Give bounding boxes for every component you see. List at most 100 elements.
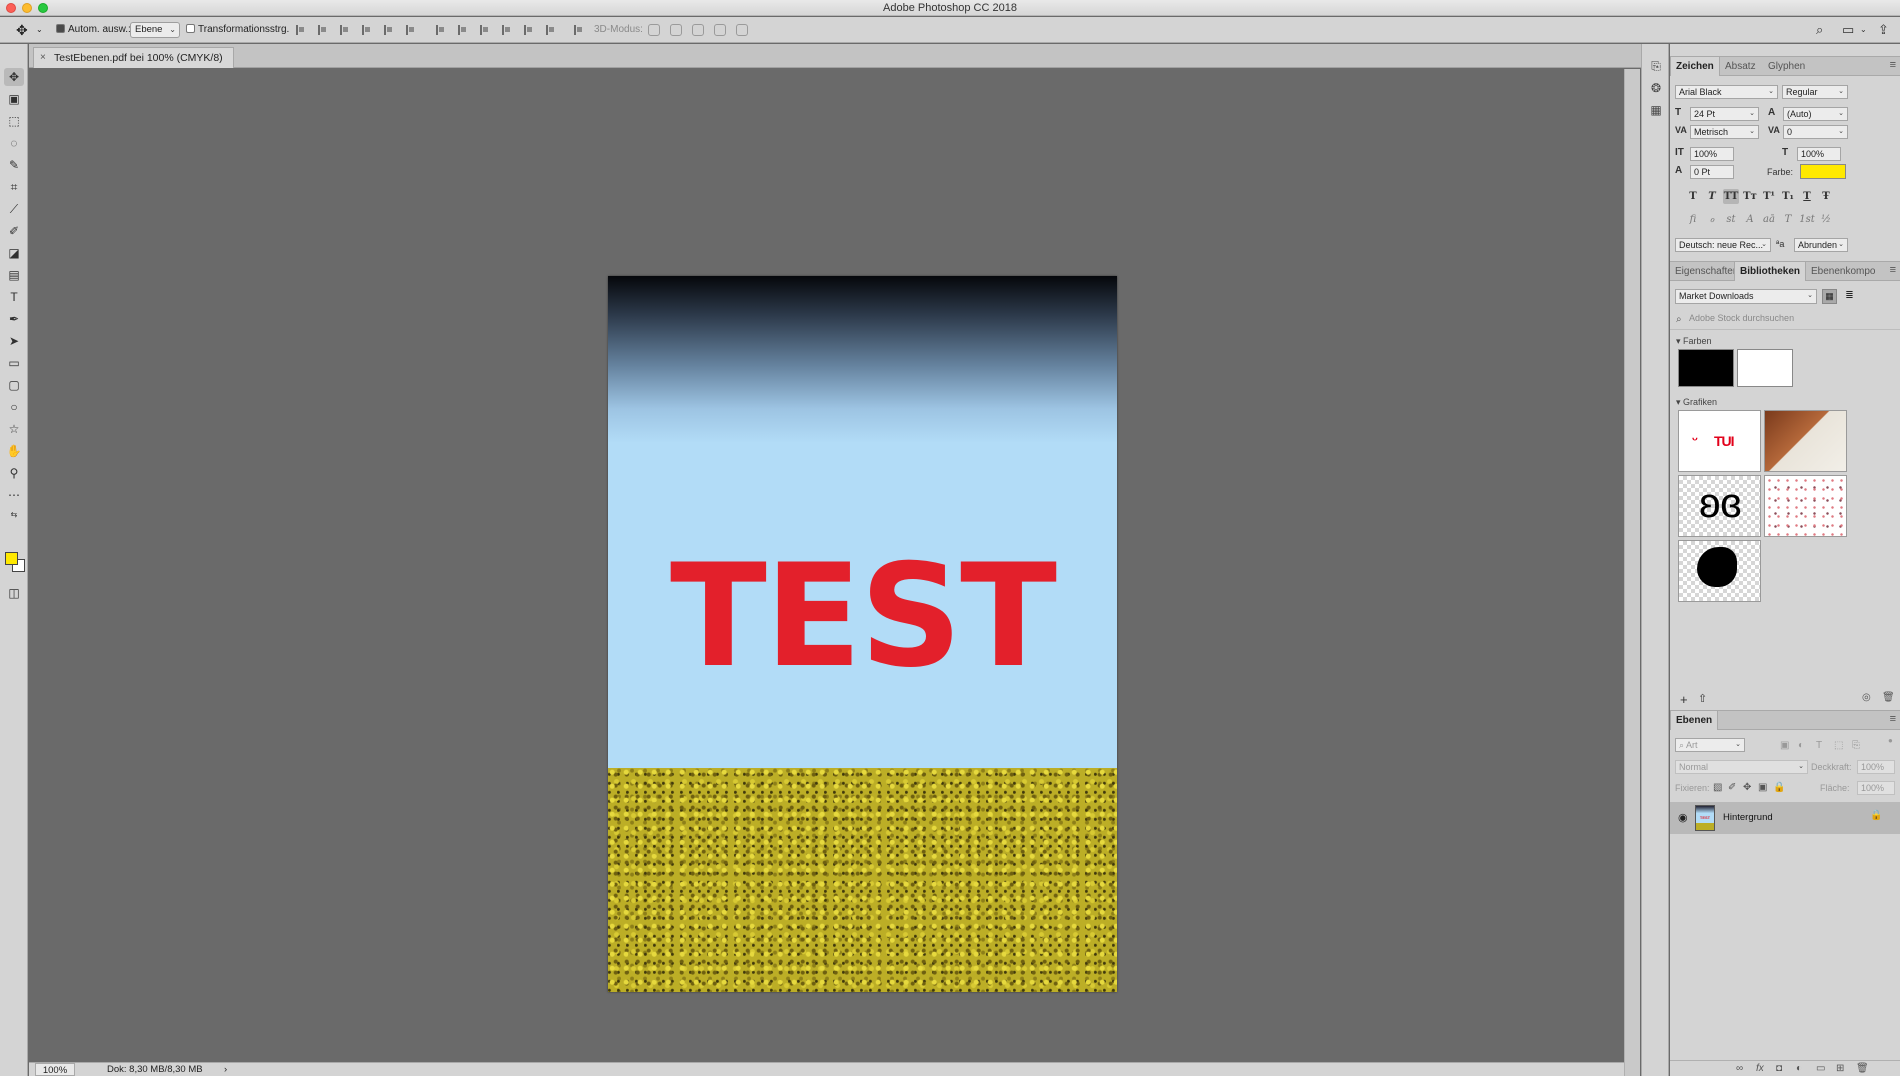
move-tool-icon[interactable]: ✥ (4, 68, 24, 86)
canvas-area[interactable]: TEST (34, 69, 1624, 1062)
panel-menu-icon[interactable]: ≡ (1890, 59, 1896, 71)
grid-icon[interactable]: ▦ (1648, 102, 1664, 118)
minimize-window-button[interactable] (22, 3, 32, 13)
tab-bibliotheken[interactable]: Bibliotheken (1734, 262, 1807, 281)
3d-rotate-icon[interactable] (648, 24, 660, 36)
panel-menu-icon[interactable]: ≡ (1890, 264, 1896, 276)
text-color-swatch[interactable] (1800, 164, 1846, 179)
blend-mode-select[interactable]: Normal ⌄ (1675, 760, 1808, 774)
fractions-button[interactable]: ½ (1818, 212, 1834, 227)
lock-image-icon[interactable]: ✐ (1728, 782, 1736, 793)
pen-tool-icon[interactable]: ✒ (4, 310, 24, 328)
eye-icon[interactable]: ◉ (1678, 811, 1688, 824)
maximize-window-button[interactable] (38, 3, 48, 13)
lasso-tool-icon[interactable]: ◌ (4, 134, 24, 152)
align-top-icon[interactable] (296, 25, 306, 35)
lock-all-icon[interactable]: 🔒 (1773, 782, 1785, 793)
ellipse-tool-icon[interactable]: ○ (4, 398, 24, 416)
graphic-notebook-photo[interactable] (1764, 410, 1847, 472)
workspace-icon[interactable]: ▭ (1842, 22, 1854, 38)
tracking-field[interactable]: 0 ⌄ (1783, 125, 1848, 139)
align-left-icon[interactable] (362, 25, 372, 35)
colors-section-header[interactable]: ▾ Farben (1676, 336, 1712, 347)
auto-align-icon[interactable] (574, 25, 584, 35)
gradient-tool-icon[interactable]: ▤ (4, 266, 24, 284)
artboard-tool-icon[interactable]: ▣ (4, 90, 24, 108)
antialias-select[interactable]: Abrunden ⌄ (1794, 238, 1848, 252)
align-bottom-icon[interactable] (340, 25, 350, 35)
filter-adjustment-icon[interactable]: ◐ (1798, 740, 1804, 751)
transform-controls-checkbox[interactable]: Transformationsstrg. (186, 21, 289, 39)
distribute-bottom-icon[interactable] (480, 25, 490, 35)
move-tool-preset-icon[interactable]: ✥ (16, 21, 28, 39)
tab-ebenenkompositionen[interactable]: Ebenenkompo (1806, 262, 1881, 281)
lock-transparency-icon[interactable]: ▧ (1713, 782, 1722, 793)
link-layers-icon[interactable]: ∞ (1736, 1063, 1743, 1074)
list-view-icon[interactable]: ≣ (1842, 289, 1857, 304)
filter-shape-icon[interactable]: ⬚ (1834, 740, 1843, 751)
cloud-sync-icon[interactable]: ◎ (1862, 692, 1871, 703)
kerning-field[interactable]: Metrisch ⌄ (1690, 125, 1759, 139)
swash-button[interactable]: A (1742, 212, 1758, 227)
faux-bold-button[interactable]: T (1685, 189, 1701, 204)
close-icon[interactable]: × (40, 48, 46, 68)
rounded-rect-tool-icon[interactable]: ▢ (4, 376, 24, 394)
faux-italic-button[interactable]: T (1704, 189, 1720, 204)
marquee-tool-icon[interactable]: ⬚ (4, 112, 24, 130)
align-right-icon[interactable] (406, 25, 416, 35)
library-color-black[interactable] (1678, 349, 1734, 387)
discretionary-ligatures-button[interactable]: st (1723, 212, 1739, 227)
fill-field[interactable]: 100% (1857, 781, 1895, 795)
leading-field[interactable]: (Auto) ⌄ (1783, 107, 1848, 121)
baseline-shift-field[interactable]: 0 Pt (1690, 165, 1734, 179)
stock-search-input[interactable]: Adobe Stock durchsuchen (1686, 312, 1894, 326)
foreground-color-swatch[interactable] (5, 552, 18, 565)
graphic-butterfly[interactable]: ʚɞ (1678, 475, 1761, 537)
library-select[interactable]: Market Downloads ⌄ (1675, 289, 1817, 304)
align-vcenter-icon[interactable] (318, 25, 328, 35)
graphic-dots-pattern[interactable] (1764, 475, 1847, 537)
ligatures-button[interactable]: fi (1685, 212, 1701, 227)
small-caps-button[interactable]: Tт (1742, 189, 1758, 204)
lock-position-icon[interactable]: ✥ (1743, 782, 1751, 793)
add-icon[interactable]: + (1680, 692, 1688, 707)
panel-menu-icon[interactable]: ≡ (1890, 713, 1896, 725)
hand-tool-icon[interactable]: ✋ (4, 442, 24, 460)
font-family-select[interactable]: Arial Black ⌄ (1675, 85, 1778, 99)
subscript-button[interactable]: T₁ (1780, 189, 1796, 204)
font-size-field[interactable]: 24 Pt ⌄ (1690, 107, 1759, 121)
layer-row-hintergrund[interactable]: ◉ TEST Hintergrund 🔒 (1670, 802, 1900, 834)
layer-style-icon[interactable]: fx (1756, 1063, 1764, 1074)
grid-view-icon[interactable]: ▦ (1822, 289, 1837, 304)
distribute-left-icon[interactable] (502, 25, 512, 35)
strikethrough-button[interactable]: Ŧ (1818, 189, 1834, 204)
history-icon[interactable]: ⎘ (1648, 58, 1664, 74)
titling-alternates-button[interactable]: T (1780, 212, 1796, 227)
tab-eigenschaften[interactable]: Eigenschaften (1670, 262, 1743, 281)
new-layer-icon[interactable]: ⊞ (1836, 1063, 1844, 1074)
language-select[interactable]: Deutsch: neue Rec... ⌄ (1675, 238, 1771, 252)
tab-absatz[interactable]: Absatz (1720, 57, 1761, 76)
new-group-icon[interactable]: ▭ (1816, 1063, 1825, 1074)
more-tools-icon[interactable]: ⋯ (4, 486, 24, 504)
quick-selection-tool-icon[interactable]: ✎ (4, 156, 24, 174)
status-menu-arrow[interactable]: › (224, 1063, 227, 1076)
chevron-down-icon[interactable]: ⌄ (1860, 25, 1867, 34)
eyedropper-tool-icon[interactable]: ⟋ (4, 200, 24, 218)
auto-select-target-select[interactable]: Ebene ⌄ (130, 22, 180, 38)
distribute-right-icon[interactable] (546, 25, 556, 35)
vertical-scrollbar[interactable] (1624, 69, 1640, 1076)
swap-colors-icon[interactable]: ⇆ (4, 508, 24, 520)
adjustment-layer-icon[interactable]: ◐ (1796, 1063, 1802, 1074)
tab-glyphen[interactable]: Glyphen (1763, 57, 1810, 76)
zoom-field[interactable]: 100% (35, 1063, 75, 1076)
font-style-select[interactable]: Regular ⌄ (1782, 85, 1848, 99)
delete-layer-icon[interactable]: 🗑 (1856, 1063, 1869, 1074)
superscript-button[interactable]: T¹ (1761, 189, 1777, 204)
library-color-white[interactable] (1737, 349, 1793, 387)
stylistic-alternates-button[interactable]: aā (1761, 212, 1777, 227)
filter-smart-object-icon[interactable]: ⎘ (1852, 740, 1860, 751)
auto-select-checkbox[interactable]: Autom. ausw.: (56, 21, 131, 39)
horizontal-scale-field[interactable]: 100% (1797, 147, 1841, 161)
all-caps-button[interactable]: TT (1723, 189, 1739, 204)
